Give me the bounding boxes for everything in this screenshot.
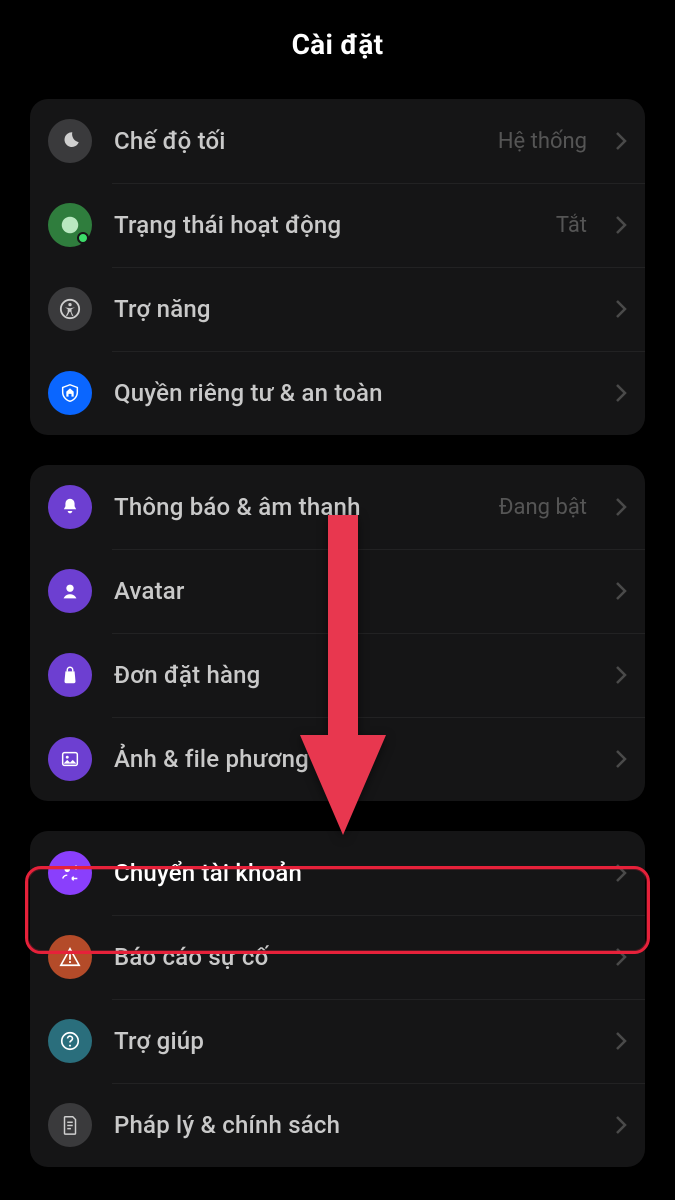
bag-icon	[48, 653, 92, 697]
row-value: Hệ thống	[498, 129, 587, 154]
settings-section-1: Chế độ tối Hệ thống Trạng thái hoạt động…	[30, 99, 645, 435]
status-icon	[48, 203, 92, 247]
row-label: Quyền riêng tư & an toàn	[114, 379, 593, 407]
row-photos-media[interactable]: Ảnh & file phương tiện	[30, 717, 645, 801]
row-label: Báo cáo sự cố	[114, 943, 593, 971]
row-label: Thông báo & âm thanh	[114, 493, 477, 521]
chevron-right-icon	[615, 1031, 627, 1051]
page-title: Cài đặt	[5, 10, 670, 83]
switch-account-icon	[48, 851, 92, 895]
row-orders[interactable]: Đơn đặt hàng	[30, 633, 645, 717]
row-label: Avatar	[114, 577, 593, 605]
row-dark-mode[interactable]: Chế độ tối Hệ thống	[30, 99, 645, 183]
row-label: Đơn đặt hàng	[114, 661, 593, 689]
warning-icon	[48, 935, 92, 979]
accessibility-icon	[48, 287, 92, 331]
settings-section-2: Thông báo & âm thanh Đang bật Avatar Đơn…	[30, 465, 645, 801]
row-report-problem[interactable]: Báo cáo sự cố	[30, 915, 645, 999]
row-label: Trợ năng	[114, 295, 593, 323]
row-label: Ảnh & file phương tiện	[114, 745, 593, 773]
chevron-right-icon	[615, 131, 627, 151]
row-legal-policies[interactable]: Pháp lý & chính sách	[30, 1083, 645, 1167]
row-avatar[interactable]: Avatar	[30, 549, 645, 633]
avatar-icon	[48, 569, 92, 613]
chevron-right-icon	[615, 749, 627, 769]
row-value: Tắt	[556, 213, 587, 238]
chevron-right-icon	[615, 581, 627, 601]
chevron-right-icon	[615, 1115, 627, 1135]
row-label: Chế độ tối	[114, 127, 476, 155]
chevron-right-icon	[615, 665, 627, 685]
row-switch-account[interactable]: Chuyển tài khoản	[30, 831, 645, 915]
shield-house-icon	[48, 371, 92, 415]
doc-icon	[48, 1103, 92, 1147]
row-value: Đang bật	[499, 495, 587, 520]
row-active-status[interactable]: Trạng thái hoạt động Tắt	[30, 183, 645, 267]
moon-icon	[48, 119, 92, 163]
row-privacy-safety[interactable]: Quyền riêng tư & an toàn	[30, 351, 645, 435]
photo-icon	[48, 737, 92, 781]
row-label: Trạng thái hoạt động	[114, 211, 534, 239]
chevron-right-icon	[615, 215, 627, 235]
row-help[interactable]: Trợ giúp	[30, 999, 645, 1083]
chevron-right-icon	[615, 947, 627, 967]
row-label: Trợ giúp	[114, 1027, 593, 1055]
settings-section-3: Chuyển tài khoản Báo cáo sự cố Trợ giúp …	[30, 831, 645, 1167]
chevron-right-icon	[615, 383, 627, 403]
bell-icon	[48, 485, 92, 529]
settings-screen: Cài đặt Chế độ tối Hệ thống Trạng thái h…	[0, 0, 675, 1200]
chevron-right-icon	[615, 863, 627, 883]
row-label: Chuyển tài khoản	[114, 859, 593, 887]
row-notifications[interactable]: Thông báo & âm thanh Đang bật	[30, 465, 645, 549]
chevron-right-icon	[615, 299, 627, 319]
help-icon	[48, 1019, 92, 1063]
row-label: Pháp lý & chính sách	[114, 1111, 593, 1139]
row-accessibility[interactable]: Trợ năng	[30, 267, 645, 351]
chevron-right-icon	[615, 497, 627, 517]
